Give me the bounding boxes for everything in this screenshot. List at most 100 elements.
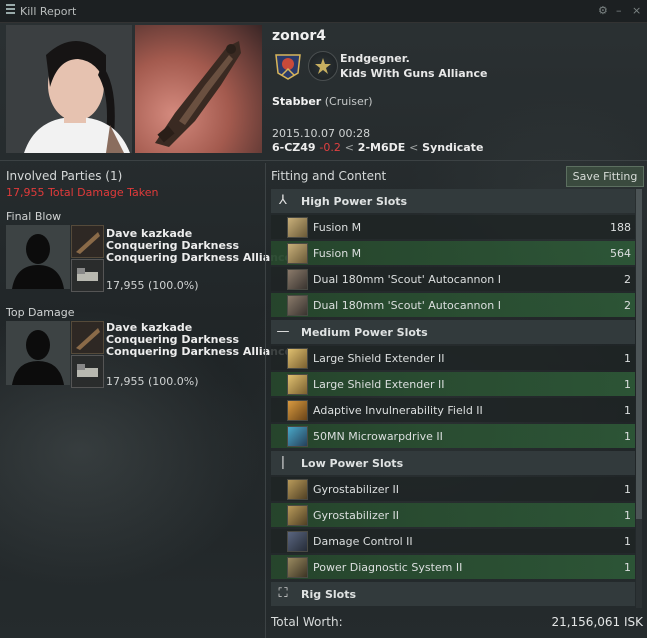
med-slot-row[interactable]: 50MN Microwarpdrive II 1	[271, 424, 635, 448]
high-slot-icon: ⅄	[279, 193, 287, 208]
ammo-icon[interactable]	[287, 217, 308, 238]
module-quantity: 1	[624, 535, 631, 548]
module-name: Fusion M	[313, 221, 362, 234]
module-quantity: 188	[610, 221, 631, 234]
window-titlebar[interactable]: Kill Report ⚙ – ×	[0, 0, 647, 23]
final-blow-label: Final Blow	[6, 210, 62, 223]
ship-name[interactable]: Stabber	[272, 95, 321, 108]
location-separator-2: <	[409, 141, 419, 154]
module-name: Gyrostabilizer II	[313, 509, 400, 522]
rig-slots-label: Rig Slots	[301, 588, 356, 601]
close-icon[interactable]: ×	[632, 4, 641, 17]
victim-ship[interactable]: Stabber (Cruiser)	[272, 95, 373, 108]
final-blow-weapon-icon[interactable]	[71, 259, 104, 292]
low-slot-row[interactable]: Gyrostabilizer II 1	[271, 477, 635, 501]
settings-icon[interactable]: ⚙	[598, 4, 608, 17]
med-slot-icon: —	[276, 324, 290, 339]
module-quantity: 1	[624, 404, 631, 417]
total-worth-label: Total Worth:	[271, 615, 343, 629]
shield-extender-icon[interactable]	[287, 348, 308, 369]
top-damage-damage: 17,955 (100.0%)	[106, 375, 199, 388]
save-fitting-button[interactable]: Save Fitting	[566, 166, 644, 187]
low-slot-row[interactable]: Damage Control II 1	[271, 529, 635, 553]
med-slots-label: Medium Power Slots	[301, 326, 428, 339]
module-name: Adaptive Invulnerability Field II	[313, 404, 483, 417]
high-slot-row[interactable]: Fusion M 188	[271, 215, 635, 239]
solar-system-link[interactable]: 6-CZ49	[272, 141, 316, 154]
final-blow-damage: 17,955 (100.0%)	[106, 279, 199, 292]
med-slot-row[interactable]: Large Shield Extender II 1	[271, 346, 635, 370]
high-slot-row[interactable]: Dual 180mm 'Scout' Autocannon I 2	[271, 293, 635, 317]
fitting-heading: Fitting and Content	[271, 169, 387, 183]
low-slot-row[interactable]: Power Diagnostic System II 1	[271, 555, 635, 579]
header-divider	[0, 160, 647, 161]
gyrostabilizer-icon[interactable]	[287, 505, 308, 526]
low-slots-label: Low Power Slots	[301, 457, 404, 470]
victim-ship-image[interactable]	[135, 25, 262, 153]
ship-class: (Cruiser)	[324, 95, 373, 108]
region-link[interactable]: 2-M6DE	[358, 141, 405, 154]
constellation-link[interactable]: Syndicate	[422, 141, 483, 154]
module-name: Gyrostabilizer II	[313, 483, 400, 496]
high-slots-label: High Power Slots	[301, 195, 408, 208]
final-blow-ship-icon[interactable]	[71, 225, 104, 258]
module-quantity: 1	[624, 378, 631, 391]
location-separator: <	[344, 141, 354, 154]
module-quantity: 1	[624, 561, 631, 574]
autocannon-icon[interactable]	[287, 269, 308, 290]
module-name: Dual 180mm 'Scout' Autocannon I	[313, 299, 501, 312]
shield-extender-icon[interactable]	[287, 374, 308, 395]
damage-control-icon[interactable]	[287, 531, 308, 552]
fitting-list[interactable]: ⅄ High Power Slots Fusion M 188 Fusion M 56…	[271, 189, 635, 608]
ammo-icon[interactable]	[287, 243, 308, 264]
panel-divider	[265, 163, 266, 638]
total-worth-value: 21,156,061 ISK	[551, 615, 643, 629]
corporation-logo-icon[interactable]	[273, 51, 303, 81]
gyrostabilizer-icon[interactable]	[287, 479, 308, 500]
window-menu-icon[interactable]	[6, 4, 15, 14]
autocannon-icon[interactable]	[287, 295, 308, 316]
alliance-logo-icon[interactable]	[308, 51, 338, 81]
module-quantity: 2	[624, 299, 631, 312]
minimize-icon[interactable]: –	[616, 4, 622, 17]
module-name: Power Diagnostic System II	[313, 561, 463, 574]
power-diagnostic-icon[interactable]	[287, 557, 308, 578]
module-quantity: 2	[624, 273, 631, 286]
med-slot-row[interactable]: Large Shield Extender II 1	[271, 372, 635, 396]
low-slot-row[interactable]: Gyrostabilizer II 1	[271, 503, 635, 527]
module-name: Large Shield Extender II	[313, 378, 445, 391]
module-name: 50MN Microwarpdrive II	[313, 430, 443, 443]
victim-name[interactable]: zonor4	[272, 28, 326, 44]
victim-alliance[interactable]: Kids With Guns Alliance	[340, 67, 488, 80]
module-quantity: 564	[610, 247, 631, 260]
top-damage-label: Top Damage	[6, 306, 75, 319]
module-quantity: 1	[624, 509, 631, 522]
microwarpdrive-icon[interactable]	[287, 426, 308, 447]
high-slots-header[interactable]: ⅄ High Power Slots	[271, 189, 635, 213]
invuln-field-icon[interactable]	[287, 400, 308, 421]
med-slots-header[interactable]: — Medium Power Slots	[271, 320, 635, 344]
rig-slots-header[interactable]: ⛶ Rig Slots	[271, 582, 635, 606]
scrollbar-thumb[interactable]	[636, 189, 642, 519]
final-blow-portrait[interactable]	[6, 225, 70, 289]
module-quantity: 1	[624, 352, 631, 365]
victim-portrait[interactable]	[6, 25, 132, 153]
high-slot-row[interactable]: Dual 180mm 'Scout' Autocannon I 2	[271, 267, 635, 291]
rig-slot-icon: ⛶	[278, 586, 288, 601]
total-damage-taken: 17,955 Total Damage Taken	[6, 186, 159, 199]
security-status: -0.2	[319, 141, 341, 154]
module-quantity: 1	[624, 483, 631, 496]
top-damage-ship-icon[interactable]	[71, 321, 104, 354]
low-slot-icon: ❘	[277, 455, 289, 470]
low-slots-header[interactable]: ❘ Low Power Slots	[271, 451, 635, 475]
top-damage-weapon-icon[interactable]	[71, 355, 104, 388]
module-name: Fusion M	[313, 247, 362, 260]
window-title: Kill Report	[20, 5, 77, 18]
high-slot-row[interactable]: Fusion M 564	[271, 241, 635, 265]
top-damage-portrait[interactable]	[6, 321, 70, 385]
fitting-scrollbar[interactable]	[636, 189, 642, 608]
victim-corporation[interactable]: Endgegner.	[340, 52, 410, 65]
module-quantity: 1	[624, 430, 631, 443]
module-name: Large Shield Extender II	[313, 352, 445, 365]
med-slot-row[interactable]: Adaptive Invulnerability Field II 1	[271, 398, 635, 422]
